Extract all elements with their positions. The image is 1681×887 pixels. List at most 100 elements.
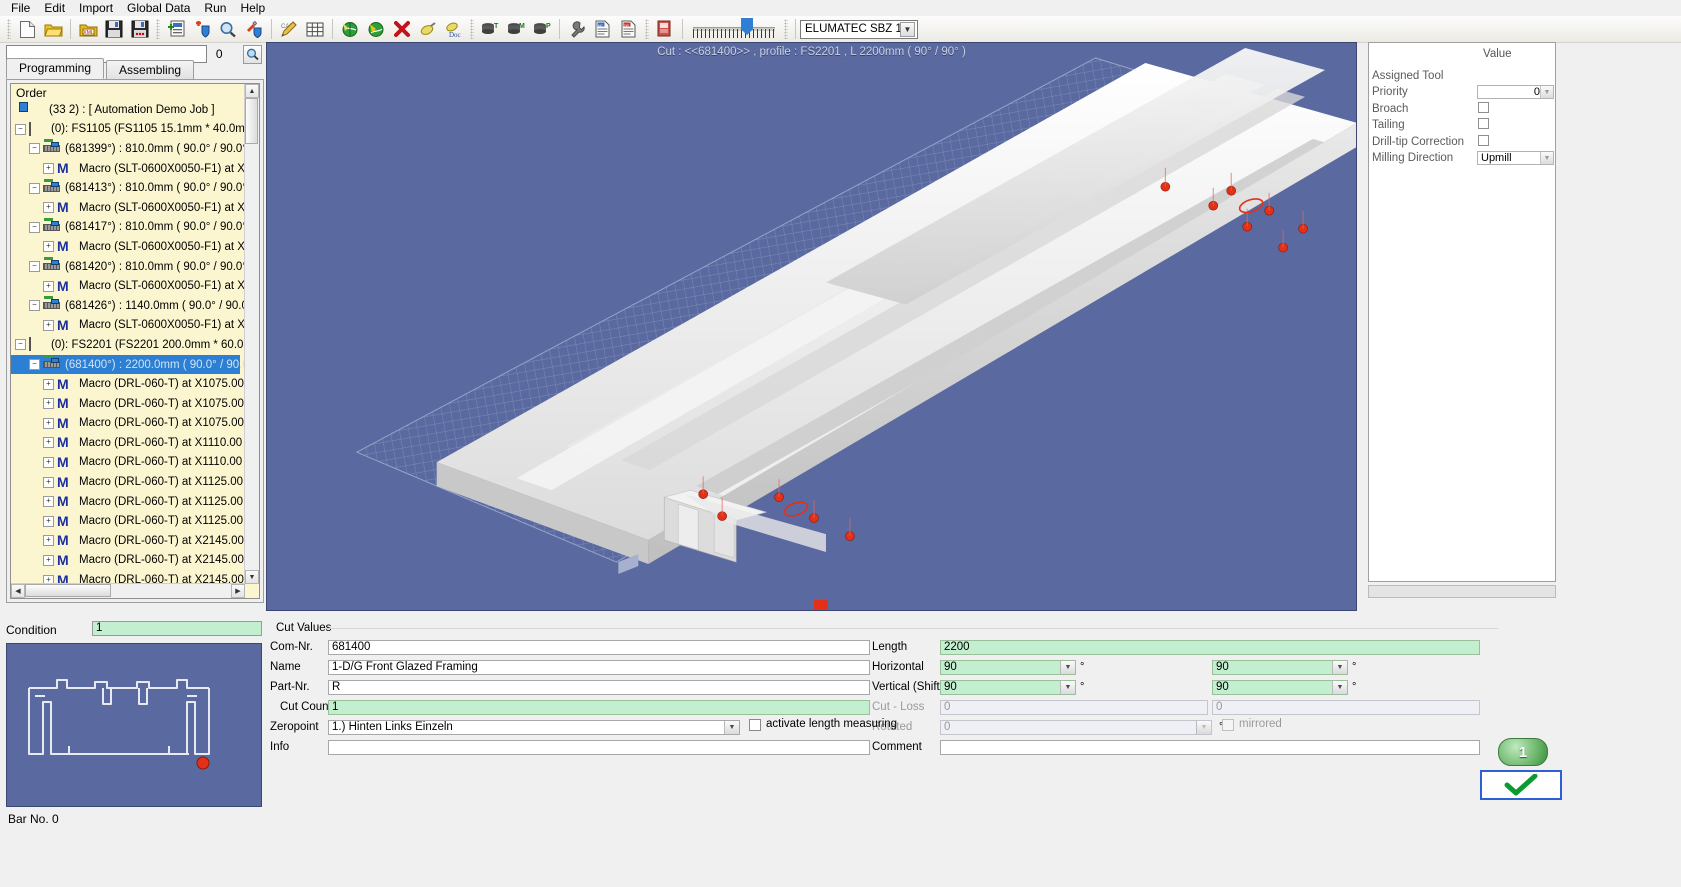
- tree-item[interactable]: + M Macro (DRL-060-T) at X1125.00: [11, 492, 243, 512]
- tools-shield-icon[interactable]: [241, 17, 267, 41]
- chevron-down-icon[interactable]: ▼: [1196, 721, 1211, 734]
- tree-item[interactable]: +M Macro (SLT-0600X0050-F1) at X570.00: [11, 316, 259, 336]
- import-xml-icon[interactable]: XML: [75, 17, 101, 41]
- tree-item[interactable]: − (681399°) : 810.0mm ( 90.0° / 90.0° ): [11, 139, 254, 159]
- property-checkbox[interactable]: [1478, 134, 1489, 146]
- scroll-right-icon[interactable]: ▶: [231, 584, 245, 598]
- print-icon[interactable]: [652, 17, 678, 41]
- tree-horizontal-scrollbar[interactable]: ◀ ▶: [11, 583, 245, 598]
- form-field-name[interactable]: 1-D/G Front Glazed Framing: [328, 660, 870, 675]
- collapse-icon[interactable]: −: [29, 359, 40, 371]
- form-field-horizontal-2[interactable]: 90 ▼: [1212, 660, 1348, 675]
- confirm-button[interactable]: [1480, 770, 1562, 800]
- menu-item-file[interactable]: File: [4, 0, 37, 16]
- collapse-icon[interactable]: −: [29, 300, 40, 312]
- scroll-thumb-horizontal[interactable]: [25, 584, 111, 597]
- expand-icon[interactable]: +: [43, 280, 54, 292]
- scroll-up-icon[interactable]: ▲: [245, 84, 259, 98]
- menu-item-run[interactable]: Run: [197, 0, 233, 16]
- nc-file-icon[interactable]: NC: [590, 17, 616, 41]
- db-p-icon[interactable]: P: [529, 17, 555, 41]
- tree-item[interactable]: − (0): FS1105 (FS1105 15.1mm * 40.0mm ]: [11, 120, 259, 140]
- cad-pencil-icon[interactable]: CAD: [276, 17, 302, 41]
- chevron-down-icon[interactable]: ▼: [1060, 681, 1075, 694]
- form-field-cut-loss-1[interactable]: 0: [940, 700, 1208, 715]
- expand-icon[interactable]: +: [43, 163, 54, 175]
- tree-item[interactable]: +M Macro (SLT-0600X0050-F1) at X405.00: [11, 276, 259, 296]
- db-t-icon[interactable]: T: [477, 17, 503, 41]
- form-field-comment[interactable]: [940, 740, 1480, 755]
- tree-item[interactable]: + M Macro (DRL-060-T) at X1075.00: [11, 414, 244, 434]
- open-folder-icon[interactable]: [40, 17, 66, 41]
- tree-item[interactable]: − (681426°) : 1140.0mm ( 90.0° / 90.0° ): [11, 296, 259, 316]
- property-checkbox[interactable]: [1478, 101, 1489, 113]
- tree-item[interactable]: − (0): FS2201 (FS2201 200.0mm * 60.0mm ]: [11, 335, 259, 355]
- chevron-down-icon[interactable]: ▼: [724, 721, 739, 734]
- wrench-icon[interactable]: [564, 17, 590, 41]
- tab-programming[interactable]: Programming: [6, 58, 105, 79]
- cross-section-preview[interactable]: [6, 643, 262, 807]
- count-badge[interactable]: 1: [1498, 738, 1548, 766]
- form-field-part-nr[interactable]: R: [328, 680, 870, 695]
- toolbar-grip-5[interactable]: [784, 19, 788, 39]
- expand-icon[interactable]: +: [43, 456, 54, 468]
- chevron-down-icon[interactable]: ▼: [1540, 86, 1553, 99]
- tree-item[interactable]: + M Macro (DRL-060-T) at X2145.00: [11, 531, 244, 551]
- tree-item[interactable]: + M Macro (DRL-060-T) at X1075.00: [11, 374, 244, 394]
- expand-icon[interactable]: +: [43, 515, 54, 527]
- priority-spinner[interactable]: 0 ▼: [1477, 85, 1554, 100]
- chevron-down-icon[interactable]: ▼: [1332, 661, 1347, 674]
- tree-item[interactable]: + M Macro (DRL-060-T) at X1110.00: [11, 433, 242, 453]
- collapse-icon[interactable]: −: [15, 123, 26, 135]
- expand-icon[interactable]: +: [43, 535, 54, 547]
- tab-assembling[interactable]: Assembling: [106, 60, 195, 79]
- tree-item[interactable]: − (681420°) : 810.0mm ( 90.0° / 90.0° ): [11, 257, 254, 277]
- new-document-icon[interactable]: [14, 17, 40, 41]
- toolbar-grip[interactable]: [7, 19, 11, 39]
- tree-item[interactable]: + M Macro (DRL-060-T) at X1125.00: [11, 472, 243, 492]
- chevron-down-icon[interactable]: ▼: [900, 21, 915, 37]
- tree-item[interactable]: − (681417°) : 810.0mm ( 90.0° / 90.0° ): [11, 217, 254, 238]
- collapse-icon[interactable]: −: [29, 261, 40, 273]
- expand-icon[interactable]: +: [43, 496, 54, 508]
- form-field-rotated[interactable]: 0 ▼: [940, 720, 1212, 735]
- collapse-icon[interactable]: −: [15, 339, 26, 351]
- scroll-down-icon[interactable]: ▼: [245, 570, 259, 584]
- form-field-horizontal-1[interactable]: 90 ▼: [940, 660, 1076, 675]
- collapse-icon[interactable]: −: [29, 221, 40, 233]
- expand-icon[interactable]: +: [43, 378, 54, 390]
- expand-icon[interactable]: +: [43, 437, 54, 449]
- zoom-search-icon[interactable]: [215, 17, 241, 41]
- add-program-icon[interactable]: [163, 17, 189, 41]
- add-shield-icon[interactable]: [189, 17, 215, 41]
- expand-icon[interactable]: +: [43, 241, 54, 253]
- toolbar-grip-3[interactable]: [470, 19, 474, 39]
- form-field-zeropoint[interactable]: 1.) Hinten Links Einzeln ▼: [328, 720, 740, 735]
- machine-select[interactable]: ELUMATEC SBZ 150 ▼: [800, 19, 918, 39]
- form-field-com-nr[interactable]: 681400: [328, 640, 870, 655]
- delete-red-x-icon[interactable]: [389, 17, 415, 41]
- save-icon[interactable]: [101, 17, 127, 41]
- menu-item-edit[interactable]: Edit: [37, 0, 72, 16]
- tree-item[interactable]: + M Macro (DRL-060-T) at X1110.00: [11, 453, 242, 473]
- expand-icon[interactable]: +: [43, 202, 54, 214]
- tree-item[interactable]: + M Macro (DRL-060-T) at X1125.00: [11, 511, 243, 531]
- scroll-left-icon[interactable]: ◀: [11, 584, 25, 598]
- mirrored-checkbox[interactable]: [1222, 719, 1234, 731]
- expand-icon[interactable]: +: [43, 476, 54, 488]
- tree-item[interactable]: − (681413°) : 810.0mm ( 90.0° / 90.0° ): [11, 178, 254, 198]
- expand-icon[interactable]: +: [43, 554, 54, 566]
- activate-length-measuring-checkbox[interactable]: [749, 719, 761, 731]
- property-checkbox[interactable]: [1478, 118, 1489, 130]
- chevron-down-icon[interactable]: ▼: [1060, 661, 1075, 674]
- db-m-icon[interactable]: M: [503, 17, 529, 41]
- tree-item[interactable]: +M Macro (SLT-0600X0050-F1) at X405.00: [11, 237, 259, 257]
- tree-vertical-scrollbar[interactable]: ▲ ▼: [244, 84, 259, 584]
- expand-icon[interactable]: +: [43, 319, 54, 331]
- form-field-vertical-shift-2[interactable]: 90 ▼: [1212, 680, 1348, 695]
- tree-item[interactable]: (33 2) : [ Automation Demo Job ]: [11, 100, 240, 120]
- menu-item-import[interactable]: Import: [72, 0, 120, 16]
- dp-file-icon[interactable]: DP: [616, 17, 642, 41]
- toolbar-grip-4[interactable]: [645, 19, 649, 39]
- order-tree[interactable]: Order (33 2) : [ Automation Demo Job ] −(…: [10, 83, 260, 599]
